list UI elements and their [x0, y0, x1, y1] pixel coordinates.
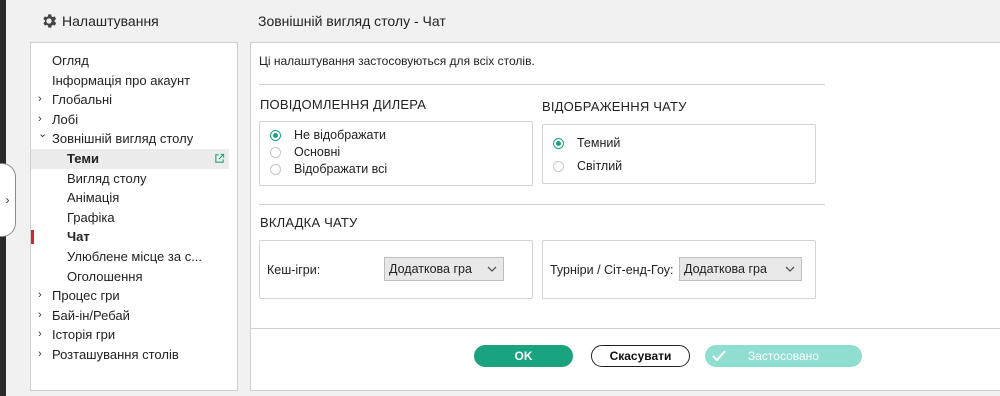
sidebar-item-themes[interactable]: Теми: [31, 148, 229, 169]
sidebar-item-label: Бай-ін/Ребай: [52, 307, 130, 323]
settings-sidebar: Огляд Інформація про акаунт › Глобальні …: [30, 42, 238, 391]
sidebar-item-favorite-seat[interactable]: Улюблене місце за с...: [31, 247, 237, 267]
sidebar-item-gameplay[interactable]: › Процес гри: [31, 286, 237, 306]
checkmark-icon: [712, 350, 726, 362]
sidebar-item-account-info[interactable]: Інформація про акаунт: [31, 71, 237, 91]
sidebar-item-chat[interactable]: Чат: [31, 227, 237, 247]
chevron-right-icon: ›: [38, 347, 42, 360]
chevron-right-icon: ›: [38, 328, 42, 341]
gear-icon: [43, 14, 57, 28]
divider: [259, 204, 825, 205]
chevron-down-icon: ⌄: [38, 128, 48, 141]
sidebar-item-animation[interactable]: Анімація: [31, 188, 237, 208]
ok-button[interactable]: OK: [474, 345, 573, 367]
radio-option-basic[interactable]: Основні: [270, 145, 340, 159]
radio-button[interactable]: [553, 160, 564, 172]
chat-tab-cash-group: Кеш-ігри: Додаткова гра: [259, 240, 533, 299]
chat-display-group: Темний Світлий: [542, 124, 816, 184]
sidebar-item-game-history[interactable]: › Історія гри: [31, 325, 237, 345]
sidebar-item-label: Улюблене місце за с...: [67, 248, 203, 264]
chevron-right-icon: ›: [5, 193, 10, 207]
settings-title: Налаштування: [62, 13, 159, 29]
applied-label: Застосовано: [748, 349, 819, 363]
dealer-messages-group: Не відображати Основні Відображати всі: [259, 121, 533, 186]
radio-button-selected[interactable]: [270, 129, 281, 141]
radio-label: Світлий: [577, 159, 623, 173]
sidebar-item-lobby[interactable]: › Лобі: [31, 110, 237, 130]
sidebar-item-label: Історія гри: [52, 327, 116, 343]
radio-option-show-all[interactable]: Відображати всі: [270, 162, 387, 176]
radio-option-dark[interactable]: Темний: [553, 136, 620, 150]
chat-display-title: ВІДОБРАЖЕННЯ ЧАТУ: [542, 99, 687, 114]
cash-games-label: Кеш-ігри:: [267, 263, 321, 277]
radio-button-selected[interactable]: [553, 137, 564, 149]
sidebar-item-label: Зовнішній вигляд столу: [52, 131, 194, 147]
radio-button[interactable]: [270, 163, 281, 175]
select-value: Додаткова гра: [389, 262, 472, 276]
chevron-right-icon: ›: [38, 308, 42, 321]
info-text: Ці налаштування застосовуються для всіх …: [259, 54, 535, 68]
radio-option-light[interactable]: Світлий: [553, 159, 622, 173]
radio-label: Темний: [577, 136, 621, 150]
sidebar-item-table-layout[interactable]: › Розташування столів: [31, 345, 237, 365]
applied-button[interactable]: Застосовано: [705, 345, 862, 367]
tournaments-select[interactable]: Додаткова гра: [679, 257, 802, 281]
radio-label: Відображати всі: [294, 162, 388, 176]
sidebar-item-announcements[interactable]: Оголошення: [31, 267, 237, 287]
sidebar-item-table-view[interactable]: Вигляд столу: [31, 169, 237, 189]
sidebar-item-label: Розташування столів: [52, 346, 179, 362]
sidebar-item-label: Графіка: [67, 209, 115, 225]
chevron-down-icon: [785, 266, 795, 272]
sidebar-item-label: Процес гри: [52, 288, 120, 304]
sidebar-item-graphics[interactable]: Графіка: [31, 208, 237, 228]
footer-divider: [251, 328, 1000, 329]
sidebar-item-label: Лобі: [52, 111, 79, 127]
select-value: Додаткова гра: [684, 262, 767, 276]
sidebar-item-table-appearance[interactable]: ⌄ Зовнішній вигляд столу: [31, 128, 237, 149]
sidebar-item-buyin-rebuy[interactable]: › Бай-ін/Ребай: [31, 306, 237, 326]
sidebar-item-label: Чат: [67, 229, 90, 245]
radio-label: Основні: [294, 145, 341, 159]
cash-games-select[interactable]: Додаткова гра: [384, 257, 504, 281]
divider: [259, 84, 825, 85]
sidebar-item-label: Огляд: [52, 53, 89, 68]
sidebar-item-global[interactable]: › Глобальні: [31, 90, 237, 110]
sidebar-item-label: Теми: [67, 150, 99, 166]
page-title: Зовнішній вигляд столу - Чат: [258, 13, 446, 29]
sidebar-item-label: Вигляд столу: [67, 170, 147, 186]
active-item-marker: [31, 230, 34, 245]
chat-tab-tourney-group: Турніри / Сіт-енд-Гоу: Додаткова гра: [542, 240, 816, 299]
tournaments-label: Турніри / Сіт-енд-Гоу:: [550, 263, 674, 277]
sidebar-item-label: Оголошення: [67, 268, 143, 284]
sidebar-item-label: Анімація: [67, 190, 120, 206]
settings-content-panel: Ці налаштування застосовуються для всіх …: [250, 42, 1000, 391]
sidebar-item-label: Інформація про акаунт: [52, 72, 191, 88]
chevron-right-icon: ›: [38, 93, 42, 106]
chat-tab-title: ВКЛАДКА ЧАТУ: [260, 215, 358, 230]
dealer-messages-title: ПОВІДОМЛЕННЯ ДИЛЕРА: [260, 97, 427, 112]
chevron-down-icon: [487, 266, 497, 272]
radio-label: Не відображати: [294, 128, 386, 142]
chevron-right-icon: ›: [38, 289, 42, 302]
settings-header: Налаштування: [40, 12, 159, 30]
sidebar-item-overview[interactable]: Огляд: [31, 51, 237, 71]
cancel-button[interactable]: Скасувати: [591, 345, 690, 367]
external-link-icon[interactable]: [214, 153, 225, 164]
radio-button[interactable]: [270, 146, 281, 158]
collapse-panel-tab[interactable]: ›: [0, 163, 16, 237]
radio-option-dont-show[interactable]: Не відображати: [270, 128, 386, 142]
sidebar-item-label: Глобальні: [52, 92, 113, 108]
